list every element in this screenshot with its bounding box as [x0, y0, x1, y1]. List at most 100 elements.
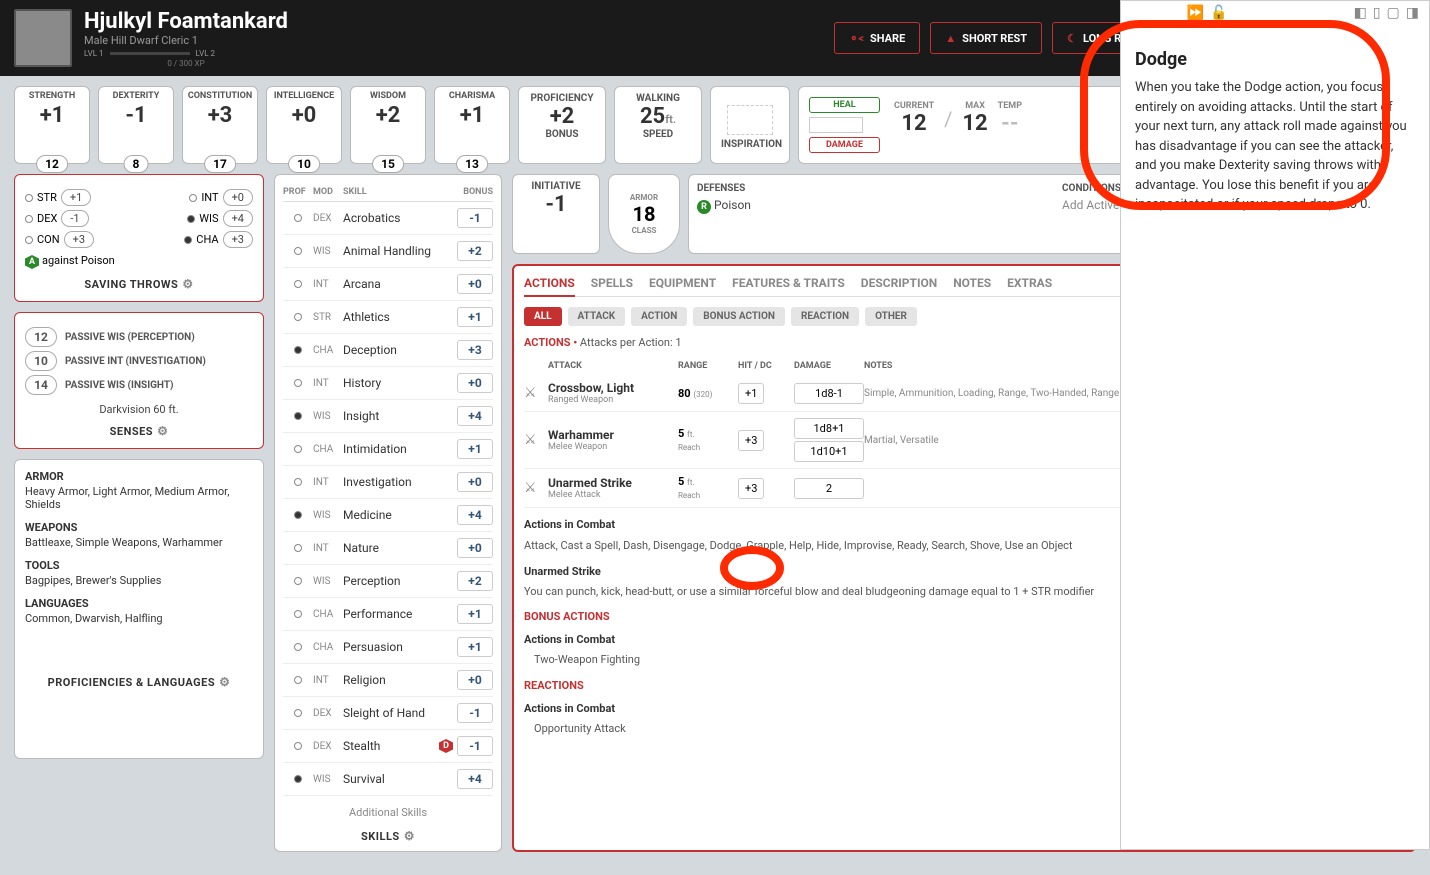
- skill-religion[interactable]: INTReligion+0: [283, 664, 493, 697]
- weapon-icon: ⚔: [524, 432, 548, 448]
- saving-throws-box: STR+1INT+0DEX-1WIS+4CON+3CHA+3 Aagainst …: [14, 174, 264, 302]
- combat-action-cast-a-spell[interactable]: Cast a Spell: [561, 539, 619, 552]
- save-wis[interactable]: WIS+4: [187, 210, 253, 227]
- share-icon: ⚬<: [849, 32, 864, 45]
- combat-action-shove[interactable]: Shove: [970, 539, 1000, 552]
- ability-dexterity[interactable]: DEXTERITY-18: [98, 86, 174, 164]
- subtab-attack[interactable]: ATTACK: [568, 307, 626, 326]
- gear-icon[interactable]: ⚙: [182, 277, 193, 291]
- skills-box: PROFMODSKILLBONUS DEXAcrobatics-1WISAnim…: [274, 174, 502, 852]
- skill-insight[interactable]: WISInsight+4: [283, 400, 493, 433]
- skill-history[interactable]: INTHistory+0: [283, 367, 493, 400]
- character-name[interactable]: Hjulkyl Foamtankard: [84, 9, 288, 34]
- passive-row: 14PASSIVE WIS (INSIGHT): [25, 375, 253, 395]
- skill-arcana[interactable]: INTArcana+0: [283, 268, 493, 301]
- tab-description[interactable]: DESCRIPTION: [861, 276, 937, 290]
- ability-charisma[interactable]: CHARISMA+113: [434, 86, 510, 164]
- skill-deception[interactable]: CHADeception+3: [283, 334, 493, 367]
- inspiration[interactable]: INSPIRATION: [710, 86, 790, 164]
- tab-features---traits[interactable]: FEATURES & TRAITS: [732, 276, 845, 290]
- weapon-icon: ⚔: [524, 385, 548, 401]
- skill-investigation[interactable]: INTInvestigation+0: [283, 466, 493, 499]
- proficiencies-box: ARMORHeavy Armor, Light Armor, Medium Ar…: [14, 459, 264, 759]
- skill-nature[interactable]: INTNature+0: [283, 532, 493, 565]
- combat-action-use-an-object[interactable]: Use an Object: [1005, 539, 1073, 552]
- weapon-icon: ⚔: [524, 480, 548, 496]
- combat-action-dash[interactable]: Dash: [623, 539, 648, 552]
- save-str[interactable]: STR+1: [25, 189, 91, 206]
- tab-spells[interactable]: SPELLS: [591, 276, 633, 290]
- heal-button[interactable]: HEAL: [809, 97, 880, 113]
- campfire-icon: ▲: [945, 32, 956, 45]
- character-info: Hjulkyl Foamtankard Male Hill Dwarf Cler…: [84, 9, 288, 68]
- combat-action-grapple[interactable]: Grapple: [746, 539, 784, 552]
- fast-forward-icon[interactable]: ⏩: [1187, 5, 1204, 21]
- skill-survival[interactable]: WISSurvival+4: [283, 763, 493, 796]
- skill-intimidation[interactable]: CHAIntimidation+1: [283, 433, 493, 466]
- sidepanel-text: When you take the Dodge action, you focu…: [1135, 78, 1415, 215]
- layout-icon[interactable]: ◨: [1406, 5, 1419, 21]
- initiative[interactable]: INITIATIVE-1: [512, 174, 600, 254]
- passive-row: 10PASSIVE INT (INVESTIGATION): [25, 351, 253, 371]
- tab-actions[interactable]: ACTIONS: [524, 276, 575, 297]
- short-rest-button[interactable]: ▲SHORT REST: [930, 22, 1042, 54]
- skill-medicine[interactable]: WISMedicine+4: [283, 499, 493, 532]
- subtab-bonus-action[interactable]: BONUS ACTION: [693, 307, 785, 326]
- disadvantage-icon: D: [439, 739, 453, 753]
- skill-athletics[interactable]: STRAthletics+1: [283, 301, 493, 334]
- damage-button[interactable]: DAMAGE: [809, 137, 880, 153]
- tab-notes[interactable]: NOTES: [953, 276, 991, 290]
- skill-animal-handling[interactable]: WISAnimal Handling+2: [283, 235, 493, 268]
- combat-action-attack[interactable]: Attack: [524, 539, 556, 552]
- gear-icon[interactable]: ⚙: [157, 424, 168, 438]
- senses-box: 12PASSIVE WIS (PERCEPTION)10PASSIVE INT …: [14, 312, 264, 449]
- subtab-all[interactable]: ALL: [524, 307, 562, 326]
- lock-icon[interactable]: 🔓: [1210, 5, 1227, 21]
- character-meta: Male Hill Dwarf Cleric 1: [84, 34, 288, 47]
- layout-icon[interactable]: ▢: [1387, 5, 1400, 21]
- save-int[interactable]: INT+0: [189, 189, 253, 206]
- proficiency-bonus[interactable]: PROFICIENCY+2BONUS: [518, 86, 606, 164]
- detail-sidepanel: ⏩ 🔓 ◧ ▯ ▢ ◨ Dodge When you take the Dodg…: [1120, 0, 1430, 850]
- ability-constitution[interactable]: CONSTITUTION+317: [182, 86, 258, 164]
- save-dex[interactable]: DEX-1: [25, 210, 89, 227]
- gear-icon[interactable]: ⚙: [404, 829, 415, 843]
- advantage-icon: A: [25, 255, 39, 269]
- ability-wisdom[interactable]: WISDOM+215: [350, 86, 426, 164]
- combat-action-help[interactable]: Help: [789, 539, 812, 552]
- save-cha[interactable]: CHA+3: [184, 231, 253, 248]
- subtab-action[interactable]: ACTION: [631, 307, 687, 326]
- abilities-row: STRENGTH+112DEXTERITY-18CONSTITUTION+317…: [14, 86, 510, 164]
- armor-class[interactable]: ARMOR18CLASS: [608, 174, 680, 254]
- combat-action-improvise[interactable]: Improvise: [844, 539, 892, 552]
- inspiration-slot[interactable]: [727, 105, 773, 135]
- resistance-icon: R: [697, 200, 711, 214]
- share-button[interactable]: ⚬<SHARE: [834, 22, 920, 54]
- subtab-reaction[interactable]: REACTION: [791, 307, 859, 326]
- tab-equipment[interactable]: EQUIPMENT: [649, 276, 716, 290]
- moon-icon: ☾: [1067, 32, 1077, 45]
- layout-icon[interactable]: ◧: [1354, 5, 1367, 21]
- skill-stealth[interactable]: DEXStealthD-1: [283, 730, 493, 763]
- ability-strength[interactable]: STRENGTH+112: [14, 86, 90, 164]
- speed[interactable]: WALKING25ft.SPEED: [614, 86, 702, 164]
- combat-action-hide[interactable]: Hide: [816, 539, 839, 552]
- gear-icon[interactable]: ⚙: [219, 675, 230, 689]
- character-avatar[interactable]: [14, 9, 72, 67]
- skill-performance[interactable]: CHAPerformance+1: [283, 598, 493, 631]
- skill-acrobatics[interactable]: DEXAcrobatics-1: [283, 202, 493, 235]
- combat-action-disengage[interactable]: Disengage: [653, 539, 705, 552]
- combat-action-search[interactable]: Search: [931, 539, 965, 552]
- tab-extras[interactable]: EXTRAS: [1007, 276, 1052, 290]
- combat-action-ready[interactable]: Ready: [897, 539, 926, 552]
- subtab-other[interactable]: OTHER: [865, 307, 917, 326]
- layout-icon[interactable]: ▯: [1373, 5, 1381, 21]
- hp-input[interactable]: [809, 117, 863, 133]
- save-con[interactable]: CON+3: [25, 231, 94, 248]
- xp-bar: [110, 52, 190, 55]
- skill-sleight-of-hand[interactable]: DEXSleight of Hand-1: [283, 697, 493, 730]
- ability-intelligence[interactable]: INTELLIGENCE+010: [266, 86, 342, 164]
- skill-perception[interactable]: WISPerception+2: [283, 565, 493, 598]
- combat-action-dodge[interactable]: Dodge: [710, 539, 742, 552]
- skill-persuasion[interactable]: CHAPersuasion+1: [283, 631, 493, 664]
